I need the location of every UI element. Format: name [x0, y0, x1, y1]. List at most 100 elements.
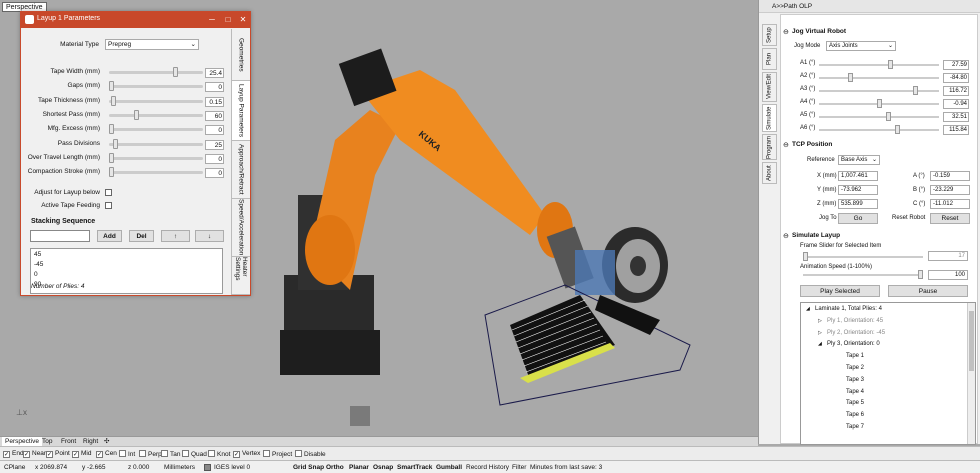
- axis-value-field[interactable]: -84.80: [943, 73, 969, 83]
- checkbox-icon[interactable]: [161, 450, 168, 457]
- osnap-near[interactable]: ✓ Near: [23, 450, 46, 458]
- reset-button[interactable]: Reset: [930, 213, 970, 224]
- osnap-quad[interactable]: Quad: [182, 450, 207, 458]
- expand-icon[interactable]: ▷: [818, 318, 822, 324]
- a-field[interactable]: -0.159: [930, 171, 970, 181]
- material-type-select[interactable]: Prepreg ⌄: [105, 39, 199, 50]
- z-field[interactable]: 535.899: [838, 199, 878, 209]
- toggle-smarttrack[interactable]: SmartTrack: [397, 464, 432, 471]
- c-field[interactable]: -11.012: [930, 199, 970, 209]
- maximize-icon[interactable]: □: [222, 14, 234, 25]
- checkbox-icon[interactable]: ✓: [23, 451, 30, 458]
- osnap-disable[interactable]: Disable: [295, 450, 326, 458]
- sequence-item[interactable]: 45: [34, 251, 41, 258]
- cplane-label[interactable]: CPlane: [4, 464, 25, 471]
- tab-view-edit[interactable]: View/Edit: [762, 72, 777, 102]
- axis-slider-thumb[interactable]: [913, 86, 919, 95]
- axis-slider[interactable]: [819, 86, 939, 95]
- window-titlebar[interactable]: Layup 1 Parameters ─ □ ✕: [21, 12, 250, 28]
- param-slider[interactable]: [109, 124, 203, 135]
- tab-geometries[interactable]: Geometries: [231, 29, 250, 81]
- adjust-layup-checkbox[interactable]: [105, 189, 112, 196]
- ply-angle-input[interactable]: [30, 230, 90, 242]
- tab-speed-acceleration[interactable]: Speed/Acceleration: [231, 199, 250, 257]
- osnap-tan[interactable]: Tan: [161, 450, 180, 458]
- checkbox-icon[interactable]: [263, 450, 270, 457]
- tree-item[interactable]: Tape 2: [846, 365, 864, 371]
- axis-value-field[interactable]: 32.51: [943, 112, 969, 122]
- param-slider[interactable]: [109, 138, 203, 149]
- axis-slider[interactable]: [819, 99, 939, 108]
- osnap-int[interactable]: Int: [119, 450, 135, 458]
- toggle-record-history[interactable]: Record History: [466, 464, 509, 471]
- param-slider-thumb[interactable]: [109, 167, 114, 178]
- units-label[interactable]: Millimeters: [164, 464, 195, 471]
- toggle-planar[interactable]: Planar: [349, 464, 369, 471]
- param-value-field[interactable]: 25: [205, 139, 224, 150]
- axis-slider[interactable]: [819, 112, 939, 121]
- param-slider-thumb[interactable]: [133, 109, 139, 120]
- tree-item[interactable]: Tape 4: [846, 389, 864, 395]
- axis-slider[interactable]: [819, 125, 939, 134]
- toggle-ortho[interactable]: Ortho: [326, 464, 344, 471]
- param-value-field[interactable]: 0: [205, 82, 224, 93]
- jog-mode-select[interactable]: Axis Joints ⌄: [826, 41, 896, 51]
- param-slider[interactable]: [109, 167, 203, 178]
- tree-scroll-thumb[interactable]: [969, 311, 974, 371]
- param-slider[interactable]: [109, 109, 203, 120]
- osnap-cen[interactable]: ✓ Cen: [96, 450, 117, 458]
- toggle-gumball[interactable]: Gumball: [436, 464, 462, 471]
- speed-slider[interactable]: [803, 270, 923, 279]
- param-value-field[interactable]: 0: [205, 168, 224, 179]
- collapse-jog-icon[interactable]: ⊖: [783, 28, 789, 36]
- speed-slider-thumb[interactable]: [918, 270, 923, 279]
- x-field[interactable]: 1,007.461: [838, 171, 878, 181]
- collapse-tcp-icon[interactable]: ⊖: [783, 141, 789, 149]
- axis-slider[interactable]: [819, 60, 939, 69]
- osnap-end[interactable]: ✓ End: [3, 450, 24, 458]
- del-button[interactable]: Del: [129, 230, 154, 242]
- checkbox-icon[interactable]: ✓: [3, 451, 10, 458]
- toggle-osnap[interactable]: Osnap: [373, 464, 393, 471]
- tree-item[interactable]: Ply 1, Orientation: 45: [827, 318, 883, 324]
- axis-slider-thumb[interactable]: [894, 125, 900, 134]
- expand-icon[interactable]: ▷: [818, 330, 822, 336]
- param-value-field[interactable]: 60: [205, 110, 224, 121]
- param-value-field[interactable]: 0: [205, 125, 224, 136]
- tab-layup-parameters[interactable]: Layup Parameters: [231, 81, 250, 141]
- axis-value-field[interactable]: -0.94: [943, 99, 969, 109]
- active-feed-checkbox[interactable]: [105, 202, 112, 209]
- tree-item[interactable]: Ply 2, Orientation: -45: [827, 330, 885, 336]
- axis-value-field[interactable]: 115.84: [943, 125, 969, 135]
- tab-approach-retract[interactable]: Approach/Retract: [231, 141, 250, 199]
- move-up-button[interactable]: ↑: [161, 230, 190, 242]
- frame-slider-thumb[interactable]: [803, 252, 808, 261]
- param-slider[interactable]: [109, 81, 203, 92]
- toggle-grid-snap[interactable]: Grid Snap: [293, 464, 324, 471]
- tree-item[interactable]: Tape 6: [846, 412, 864, 418]
- axis-value-field[interactable]: 27.59: [943, 60, 969, 70]
- checkbox-icon[interactable]: [119, 450, 126, 457]
- param-slider-thumb[interactable]: [110, 95, 116, 106]
- axis-slider-thumb[interactable]: [847, 73, 853, 82]
- osnap-perp[interactable]: Perp: [139, 450, 162, 458]
- speed-value-field[interactable]: 100: [928, 270, 968, 280]
- axis-slider[interactable]: [819, 73, 939, 82]
- tree-item[interactable]: Tape 1: [846, 353, 864, 359]
- param-value-field[interactable]: 0: [205, 153, 224, 164]
- axis-slider-thumb[interactable]: [876, 99, 882, 108]
- collapse-icon[interactable]: ◢: [806, 306, 810, 312]
- sequence-item[interactable]: -45: [34, 261, 43, 268]
- param-slider-thumb[interactable]: [109, 81, 114, 92]
- tree-item[interactable]: Tape 3: [846, 377, 864, 383]
- move-down-button[interactable]: ↓: [195, 230, 224, 242]
- axis-slider-thumb[interactable]: [885, 112, 891, 121]
- param-slider[interactable]: [109, 152, 203, 163]
- checkbox-icon[interactable]: ✓: [46, 451, 53, 458]
- tab-plan[interactable]: Plan: [762, 48, 777, 70]
- osnap-vertex[interactable]: ✓ Vertex: [233, 450, 260, 458]
- play-selected-button[interactable]: Play Selected: [800, 285, 880, 297]
- tree-item[interactable]: Laminate 1, Total Plies: 4: [815, 306, 882, 312]
- param-slider-thumb[interactable]: [109, 152, 114, 163]
- collapse-icon[interactable]: ◢: [818, 341, 822, 347]
